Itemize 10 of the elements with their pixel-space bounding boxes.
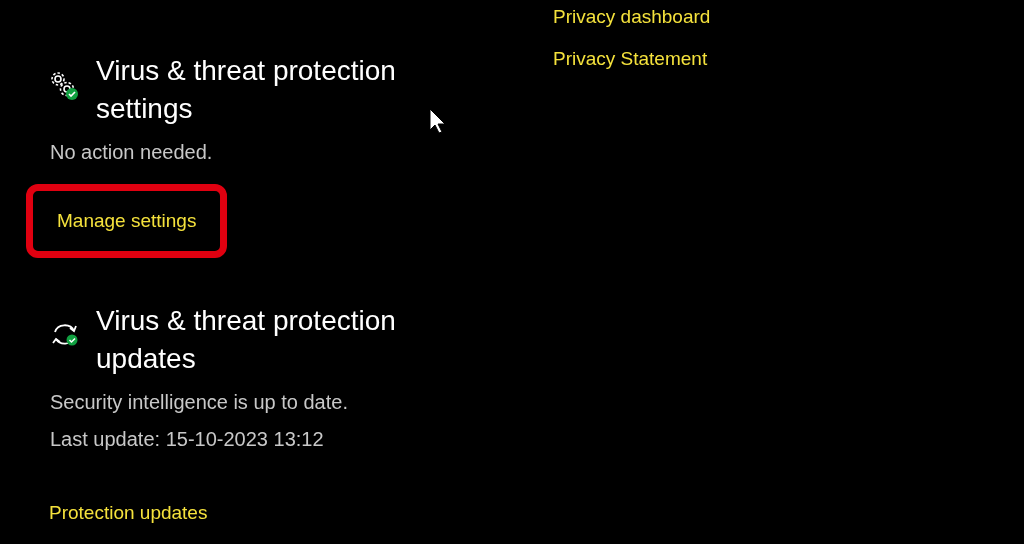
status-text: No action needed.: [50, 140, 214, 164]
section-title: Virus & threat protection updates: [96, 304, 397, 376]
status-text: Security intelligence is up to date.: [50, 390, 349, 414]
manage-link[interactable]: Protection updates: [49, 501, 208, 525]
manage-link[interactable]: Manage settings: [26, 184, 228, 258]
section-title: Virus & threat protection settings: [96, 54, 397, 126]
status-text: Last update: 15-10-2023 13:12: [50, 427, 325, 451]
side-link[interactable]: Privacy Statement: [553, 46, 711, 72]
cursor-icon: [429, 108, 447, 134]
side-link[interactable]: Privacy dashboard: [553, 4, 711, 30]
